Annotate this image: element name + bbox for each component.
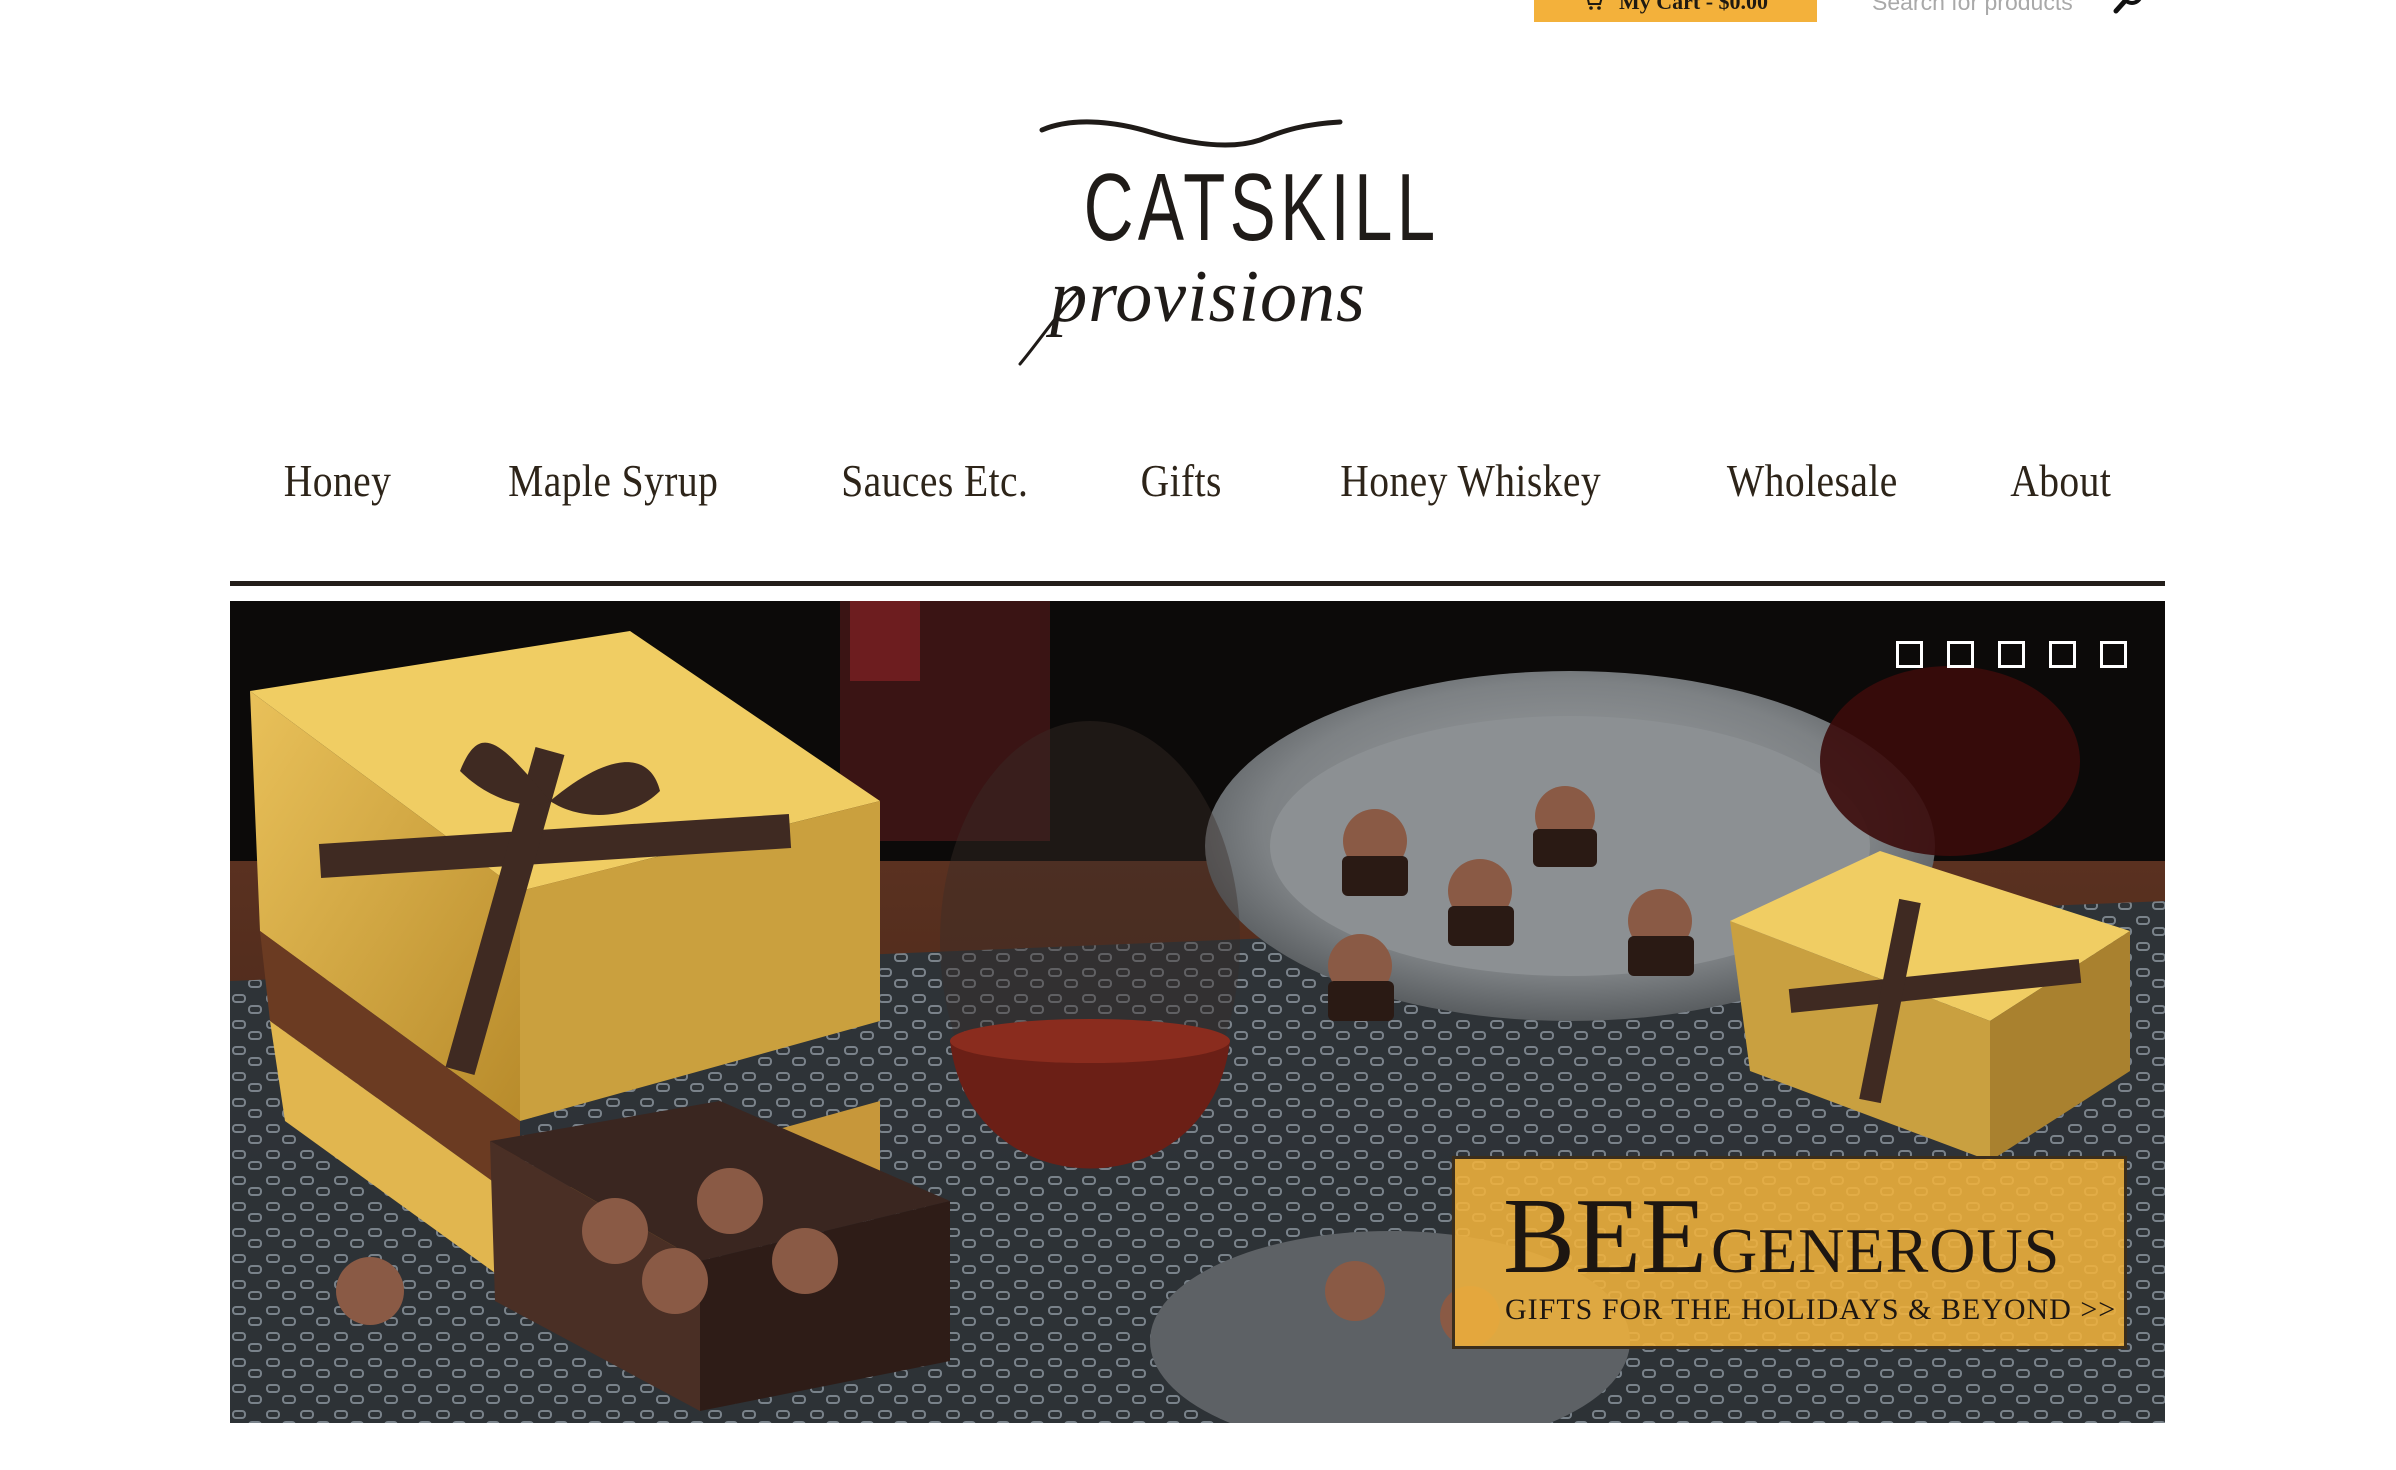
promo-title-small: GENEROUS — [1710, 1215, 2061, 1286]
promo-title-big: BEE — [1503, 1177, 1707, 1296]
nav-divider — [230, 581, 2165, 586]
search-icon[interactable] — [2112, 0, 2146, 16]
slider-dot-1[interactable] — [1896, 641, 1923, 668]
hero-slider[interactable]: BEE GENEROUS GIFTS FOR THE HOLIDAYS & BE… — [230, 601, 2165, 1423]
promo-title: BEE GENEROUS — [1503, 1183, 2060, 1291]
promo-banner[interactable]: BEE GENEROUS GIFTS FOR THE HOLIDAYS & BE… — [1452, 1156, 2127, 1349]
site-logo[interactable]: CATSKILL provisions — [1000, 110, 1440, 380]
nav-item-maple-syrup[interactable]: Maple Syrup — [508, 454, 718, 507]
slider-dots — [1896, 641, 2127, 668]
main-nav: Honey Maple Syrup Sauces Etc. Gifts Hone… — [230, 445, 2165, 515]
slider-dot-5[interactable] — [2100, 641, 2127, 668]
cart-icon — [1587, 0, 1603, 10]
nav-item-sauces[interactable]: Sauces Etc. — [841, 454, 1028, 507]
promo-subtitle: GIFTS FOR THE HOLIDAYS & BEYOND >> — [1505, 1293, 2117, 1326]
slider-dot-4[interactable] — [2049, 641, 2076, 668]
page: My Cart - $0.00 CATSKILL provisions Hone… — [0, 0, 2396, 1470]
nav-item-gifts[interactable]: Gifts — [1141, 454, 1222, 507]
nav-item-about[interactable]: About — [2010, 454, 2111, 507]
nav-item-wholesale[interactable]: Wholesale — [1727, 454, 1898, 507]
nav-item-honey[interactable]: Honey — [284, 454, 392, 507]
slider-dot-2[interactable] — [1947, 641, 1974, 668]
logo-wordmark: CATSKILL — [1083, 154, 1440, 261]
search-bar — [1860, 0, 2160, 22]
cart-label: My Cart - $0.00 — [1618, 0, 1769, 14]
nav-item-honey-whiskey[interactable]: Honey Whiskey — [1340, 454, 1601, 507]
slider-dot-3[interactable] — [1998, 641, 2025, 668]
cart-button[interactable]: My Cart - $0.00 — [1534, 0, 1817, 22]
search-input[interactable] — [1860, 0, 2100, 22]
logo-script: provisions — [1050, 256, 1366, 338]
